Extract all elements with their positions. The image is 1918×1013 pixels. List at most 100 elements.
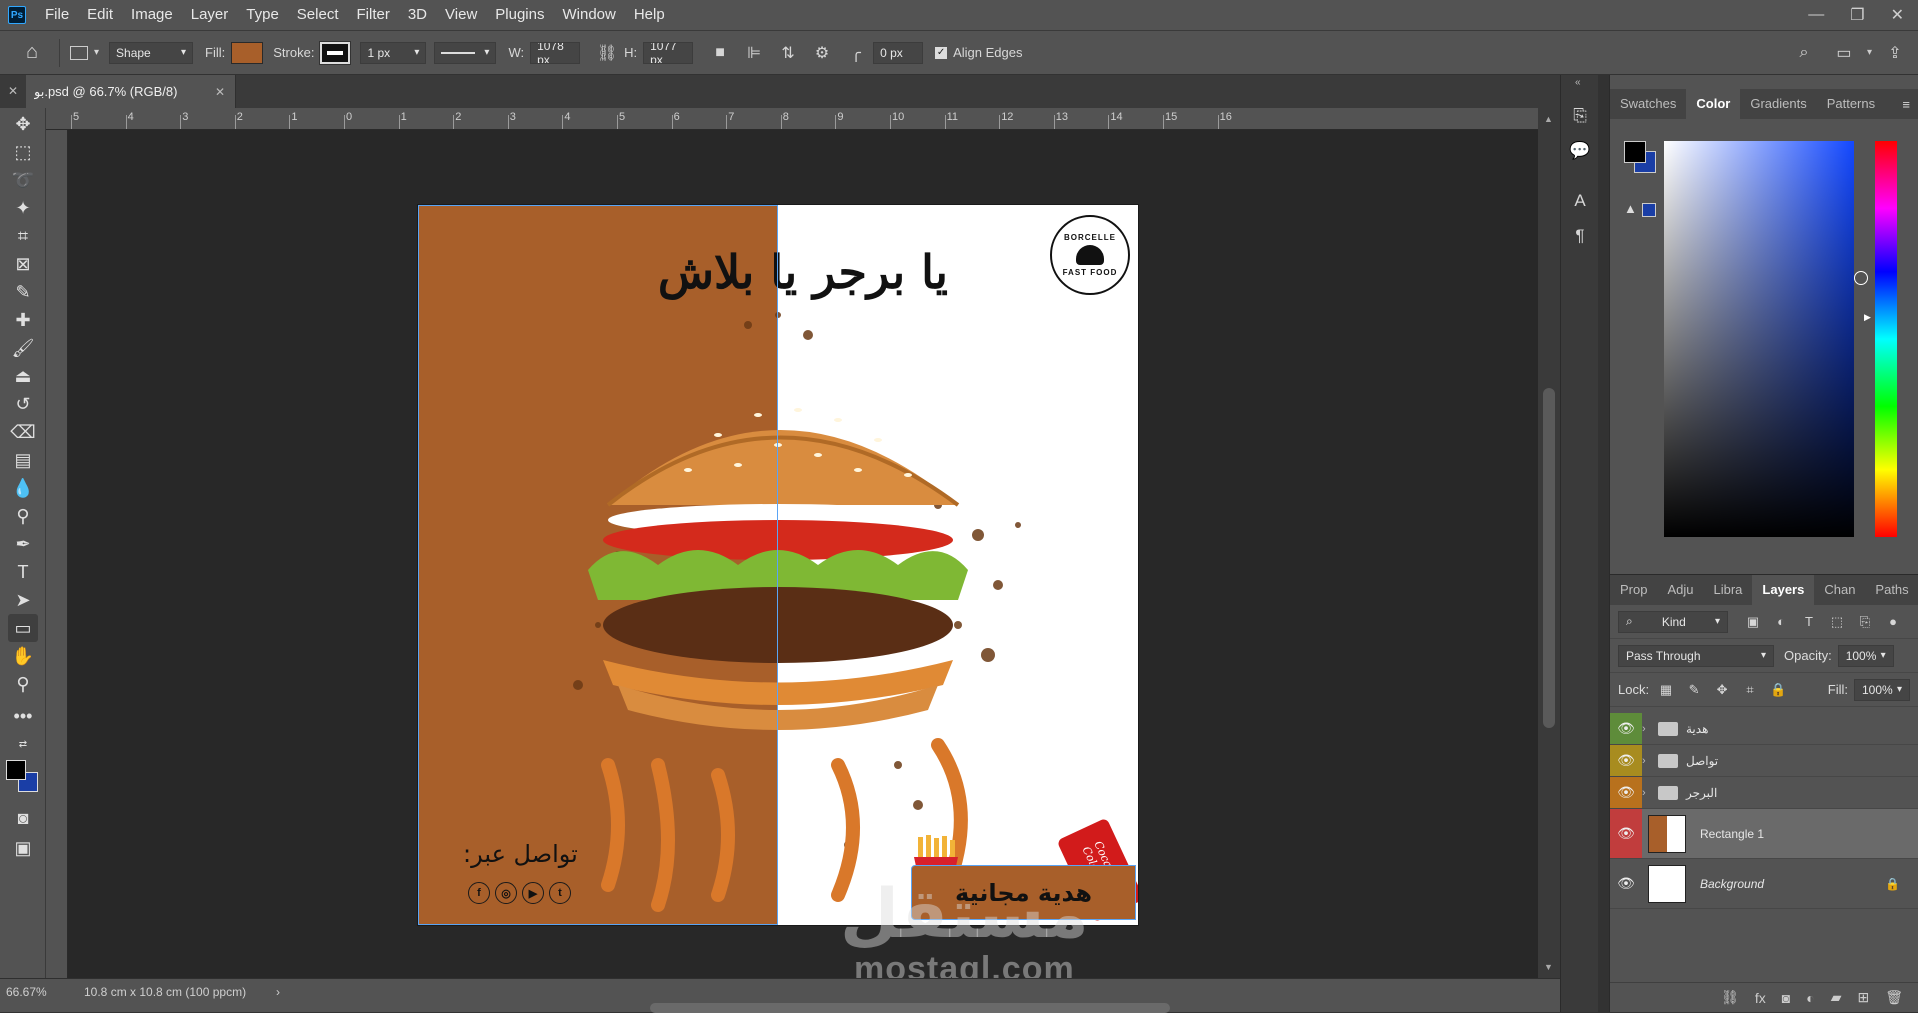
crop-tool-icon[interactable]: ⌗	[8, 222, 38, 250]
menu-type[interactable]: Type	[237, 0, 288, 30]
close-panel-icon[interactable]: ✕	[8, 84, 18, 98]
stroke-swatch[interactable]	[319, 40, 352, 65]
path-alignment-icon[interactable]: ⊫	[742, 41, 766, 65]
menu-select[interactable]: Select	[288, 0, 348, 30]
collapse-icon[interactable]: «	[1575, 77, 1581, 88]
rectangle-tool-icon[interactable]: ▭	[8, 614, 38, 642]
gear-icon[interactable]: ⚙	[810, 41, 834, 65]
visibility-eye-icon[interactable]: 👁	[1610, 777, 1642, 808]
new-group-icon[interactable]: ▰	[1831, 989, 1842, 1006]
lock-transparent-icon[interactable]: ▦	[1655, 679, 1677, 701]
fx-icon[interactable]: fx	[1755, 990, 1766, 1006]
minimize-icon[interactable]: —	[1808, 6, 1824, 24]
more-tools-icon[interactable]: •••	[8, 702, 38, 730]
menu-edit[interactable]: Edit	[78, 0, 122, 30]
layer-filter-select[interactable]: ⌕ Kind ▾	[1618, 610, 1728, 633]
tab-properties[interactable]: Prop	[1610, 575, 1657, 605]
brush-tool-icon[interactable]: 🖌	[8, 334, 38, 362]
move-tool-icon[interactable]: ✥	[8, 110, 38, 138]
visibility-eye-icon[interactable]: 👁	[1610, 745, 1642, 776]
fill-swatch[interactable]	[231, 41, 264, 64]
lasso-tool-icon[interactable]: ➰	[8, 166, 38, 194]
history-icon[interactable]: ⎘	[1569, 105, 1591, 127]
chevron-down-icon[interactable]: ▾	[1867, 47, 1872, 58]
tab-layers[interactable]: Layers	[1752, 575, 1815, 605]
menu-window[interactable]: Window	[553, 0, 624, 30]
menu-image[interactable]: Image	[122, 0, 182, 30]
path-arrangement-icon[interactable]: ⇅	[776, 41, 800, 65]
menu-plugins[interactable]: Plugins	[486, 0, 553, 30]
stroke-width-input[interactable]: 1 px ▾	[360, 41, 427, 64]
share-icon[interactable]: ⇪	[1883, 41, 1907, 65]
chevron-right-icon[interactable]: ›	[1642, 787, 1656, 799]
blend-mode-select[interactable]: Pass Through ▾	[1618, 644, 1774, 667]
pen-tool-icon[interactable]: ✒	[8, 530, 38, 558]
tab-adjustments[interactable]: Adju	[1657, 575, 1703, 605]
canvas-area[interactable]: يا برجر يا بلاش BORCELLE FAST FOOD تواصل…	[68, 130, 1546, 978]
healing-brush-tool-icon[interactable]: ✚	[8, 306, 38, 334]
layer-row[interactable]: 👁 › البرجر	[1610, 777, 1918, 809]
workspace-icon[interactable]: ▭	[1832, 41, 1856, 65]
panel-menu-icon[interactable]: ≡	[1902, 97, 1910, 112]
chevron-right-icon[interactable]: ›	[1642, 755, 1656, 767]
foreground-color-chip[interactable]	[6, 760, 26, 780]
document-canvas[interactable]: يا برجر يا بلاش BORCELLE FAST FOOD تواصل…	[418, 205, 1138, 925]
adjustment-layer-icon[interactable]: ◐	[1806, 990, 1814, 1006]
marquee-tool-icon[interactable]: ⬚	[8, 138, 38, 166]
home-icon[interactable]: ⌂	[20, 41, 44, 65]
tab-color[interactable]: Color	[1686, 89, 1741, 119]
pixel-filter-icon[interactable]: ▣	[1742, 611, 1764, 633]
menu-view[interactable]: View	[436, 0, 486, 30]
align-edges-checkbox[interactable]: ✓ Align Edges	[935, 45, 1022, 60]
chevron-right-icon[interactable]: ›	[276, 985, 280, 999]
type-tool-icon[interactable]: T	[8, 558, 38, 586]
visibility-eye-icon[interactable]: 👁	[1610, 809, 1642, 858]
menu-layer[interactable]: Layer	[182, 0, 238, 30]
blur-tool-icon[interactable]: 💧	[8, 474, 38, 502]
restore-icon[interactable]: ❐	[1850, 5, 1864, 25]
vertical-scrollbar[interactable]: ▲ ▼	[1538, 108, 1560, 978]
scrollbar-thumb[interactable]	[1543, 388, 1555, 728]
document-tab[interactable]: بو.psd @ 66.7% (RGB/8) ✕	[26, 75, 236, 108]
stamp-tool-icon[interactable]: ⏏	[8, 362, 38, 390]
add-mask-icon[interactable]: ◙	[1782, 990, 1790, 1006]
lock-position-icon[interactable]: ✥	[1711, 679, 1733, 701]
lock-all-icon[interactable]: 🔒	[1767, 679, 1789, 701]
visibility-eye-icon[interactable]: 👁	[1610, 713, 1642, 744]
foreground-color-swatch[interactable]	[1624, 141, 1646, 163]
zoom-level[interactable]: 66.67%	[6, 985, 47, 999]
layer-row[interactable]: 👁 › تواصل	[1610, 745, 1918, 777]
gamut-warning-icon[interactable]: ▲	[1624, 201, 1637, 216]
menu-file[interactable]: File	[36, 0, 78, 30]
screen-mode-icon[interactable]: ▣	[8, 834, 38, 862]
filter-toggle-icon[interactable]: ●	[1882, 611, 1904, 633]
hue-slider[interactable]	[1875, 141, 1897, 537]
trash-icon[interactable]: 🗑	[1885, 989, 1903, 1006]
width-input[interactable]: 1078 px	[530, 41, 581, 64]
chevron-right-icon[interactable]: ›	[1642, 723, 1656, 735]
fill-input[interactable]: 100% ▾	[1854, 678, 1910, 701]
frame-tool-icon[interactable]: ⊠	[8, 250, 38, 278]
hand-tool-icon[interactable]: ✋	[8, 642, 38, 670]
new-layer-icon[interactable]: ⊞	[1857, 989, 1869, 1006]
link-layers-icon[interactable]: ⛓	[1721, 989, 1739, 1006]
shape-mode-select[interactable]: Shape ▾	[109, 41, 194, 64]
tool-preset-picker[interactable]: ▾	[70, 45, 99, 60]
gradient-tool-icon[interactable]: ▤	[8, 446, 38, 474]
adjustment-filter-icon[interactable]: ◐	[1770, 611, 1792, 633]
lock-image-icon[interactable]: ✎	[1683, 679, 1705, 701]
tab-patterns[interactable]: Patterns	[1817, 89, 1885, 119]
gamut-color-chip[interactable]	[1642, 203, 1656, 217]
paragraph-icon[interactable]: ¶	[1569, 225, 1591, 247]
history-brush-tool-icon[interactable]: ↺	[8, 390, 38, 418]
menu-help[interactable]: Help	[625, 0, 674, 30]
close-icon[interactable]: ✕	[215, 85, 225, 99]
tab-channels[interactable]: Chan	[1814, 575, 1865, 605]
character-icon[interactable]: A	[1569, 190, 1591, 212]
dodge-tool-icon[interactable]: ⚲	[8, 502, 38, 530]
tab-swatches[interactable]: Swatches	[1610, 89, 1686, 119]
magic-wand-tool-icon[interactable]: ✦	[8, 194, 38, 222]
visibility-eye-icon[interactable]: 👁	[1610, 859, 1642, 908]
layer-row-selected[interactable]: 👁 Rectangle 1	[1610, 809, 1918, 859]
quick-mask-icon[interactable]: ◙	[8, 804, 38, 832]
